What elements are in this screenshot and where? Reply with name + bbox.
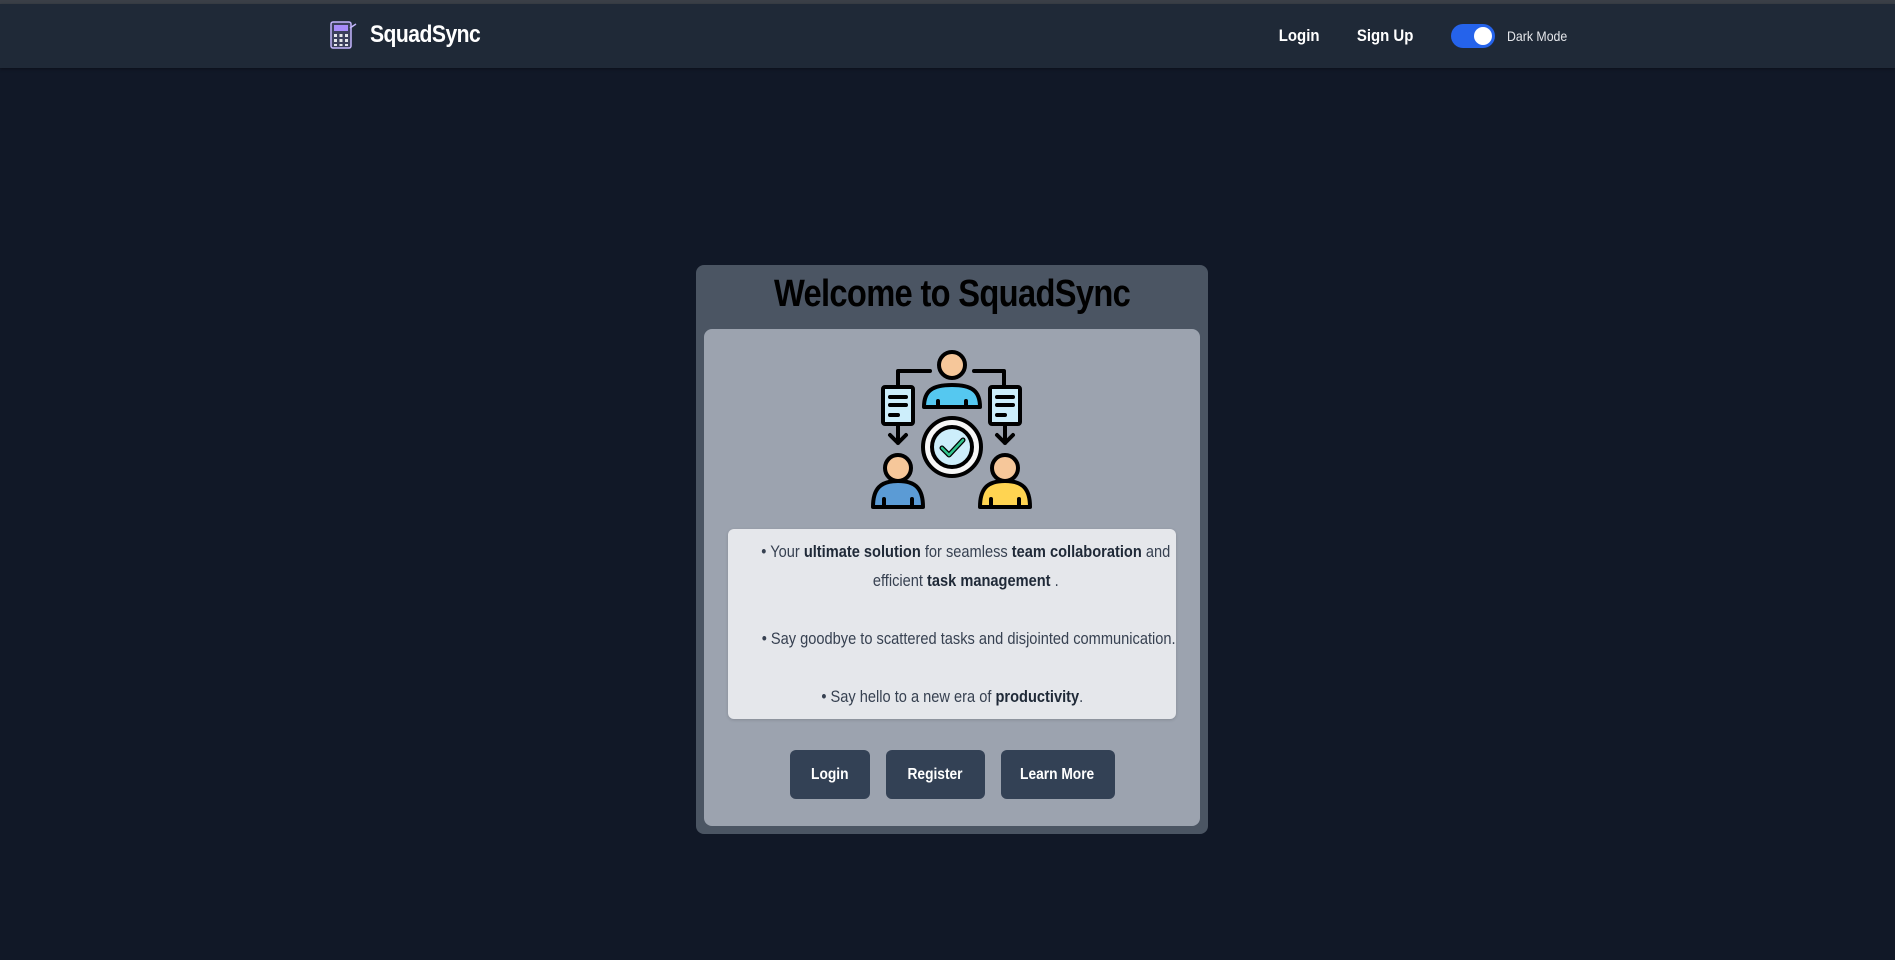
register-button[interactable]: Register: [885, 750, 985, 799]
intro-text: • Say hello to a new era of: [821, 687, 996, 706]
intro-line-3: • Say goodbye to scattered tasks and dis…: [728, 624, 1176, 653]
learn-more-button[interactable]: Learn More: [1000, 750, 1115, 799]
login-button-label: Login: [810, 765, 849, 783]
intro-bold-text: task management: [927, 571, 1051, 590]
team-collaboration-illustration: [871, 350, 1032, 509]
learn-more-button-label: Learn More: [1020, 765, 1095, 783]
intro-bold-text: ultimate solution: [803, 542, 921, 561]
welcome-title-text: Welcome to SquadSync: [773, 273, 1131, 315]
intro-text: .: [1050, 571, 1059, 590]
action-buttons: Login Register Learn More: [704, 750, 1200, 799]
intro-line-1: • Your ultimate solution for seamless te…: [728, 537, 1176, 595]
intro-text: • Say goodbye to scattered tasks and dis…: [761, 629, 1176, 648]
intro-text-box: • Your ultimate solution for seamless te…: [728, 529, 1176, 719]
intro-bold-text: productivity: [995, 687, 1079, 706]
intro-text: • Your: [761, 542, 804, 561]
brand[interactable]: SquadSync: [328, 20, 495, 50]
navbar: SquadSync Login Sign Up Dark Mode: [0, 4, 1895, 68]
nav-right: Login Sign Up Dark Mode: [1276, 4, 1575, 68]
nav-login-link[interactable]: Login: [1279, 26, 1320, 46]
nav-signup-link[interactable]: Sign Up: [1357, 26, 1414, 46]
intro-text: for seamless: [920, 542, 1012, 561]
dark-mode-toggle[interactable]: [1450, 24, 1495, 48]
brand-name: SquadSync: [370, 21, 481, 48]
toggle-knob: [1473, 27, 1492, 45]
dark-mode-label: Dark Mode: [1506, 28, 1567, 44]
welcome-card: Welcome to SquadSync • Your ultimate sol…: [696, 265, 1208, 834]
intro-text: efficient: [872, 571, 928, 590]
login-button[interactable]: Login: [789, 750, 870, 799]
intro-line-4: • Say hello to a new era of productivity…: [728, 682, 1176, 711]
intro-text: and: [1141, 542, 1171, 561]
intro-bold-text: team collaboration: [1011, 542, 1142, 561]
welcome-card-body: • Your ultimate solution for seamless te…: [704, 329, 1200, 826]
register-button-label: Register: [907, 765, 963, 783]
intro-text: .: [1078, 687, 1083, 706]
welcome-title: Welcome to SquadSync: [696, 273, 1208, 316]
calculator-logo-icon: [330, 21, 357, 49]
